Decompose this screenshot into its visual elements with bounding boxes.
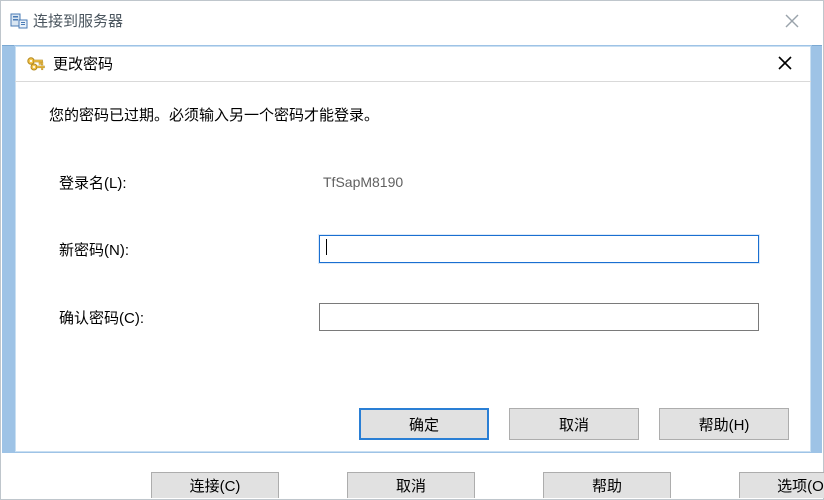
help-button[interactable]: 帮助(H) xyxy=(659,408,789,440)
connect-to-server-window: 连接到服务器 xyxy=(0,0,824,500)
decorative-strip xyxy=(2,45,14,453)
new-password-label: 新密码(N): xyxy=(49,239,319,260)
bg-options-button[interactable]: 选项(O) xyxy=(739,472,824,498)
dialog-title: 更改密码 xyxy=(53,53,113,74)
server-icon xyxy=(9,11,29,31)
confirm-password-row: 确认密码(C): xyxy=(49,303,787,331)
background-button-row: 连接(C) 取消 帮助 选项(O) xyxy=(151,472,824,498)
form-area: 登录名(L): TfSapM8190 新密码(N): 确认密码(C): xyxy=(49,169,787,331)
new-password-input[interactable] xyxy=(319,235,759,263)
outer-title: 连接到服务器 xyxy=(33,10,123,31)
dialog-message: 您的密码已过期。必须输入另一个密码才能登录。 xyxy=(49,104,787,125)
confirm-password-input[interactable] xyxy=(319,303,759,331)
ok-button[interactable]: 确定 xyxy=(359,408,489,440)
login-row: 登录名(L): TfSapM8190 xyxy=(49,169,787,195)
text-caret xyxy=(326,239,327,255)
dialog-body: 您的密码已过期。必须输入另一个密码才能登录。 登录名(L): TfSapM819… xyxy=(15,82,811,331)
bg-help-button[interactable]: 帮助 xyxy=(543,472,671,498)
close-icon xyxy=(778,56,792,70)
close-icon xyxy=(785,14,799,28)
dialog-titlebar: 更改密码 xyxy=(15,46,811,82)
dialog-close-button[interactable] xyxy=(763,48,807,78)
keys-icon xyxy=(25,54,47,74)
outer-titlebar: 连接到服务器 xyxy=(1,1,823,41)
button-bar: 确定 取消 帮助(H) xyxy=(359,408,789,440)
outer-close-button[interactable] xyxy=(769,5,815,37)
change-password-dialog: 更改密码 您的密码已过期。必须输入另一个密码才能登录。 登录名(L): TfSa… xyxy=(14,45,812,453)
bg-cancel-button[interactable]: 取消 xyxy=(347,472,475,498)
bg-connect-button[interactable]: 连接(C) xyxy=(151,472,279,498)
login-label: 登录名(L): xyxy=(49,172,319,193)
new-password-row: 新密码(N): xyxy=(49,235,787,263)
login-value: TfSapM8190 xyxy=(319,169,759,195)
confirm-password-label: 确认密码(C): xyxy=(49,307,319,328)
cancel-button[interactable]: 取消 xyxy=(509,408,639,440)
